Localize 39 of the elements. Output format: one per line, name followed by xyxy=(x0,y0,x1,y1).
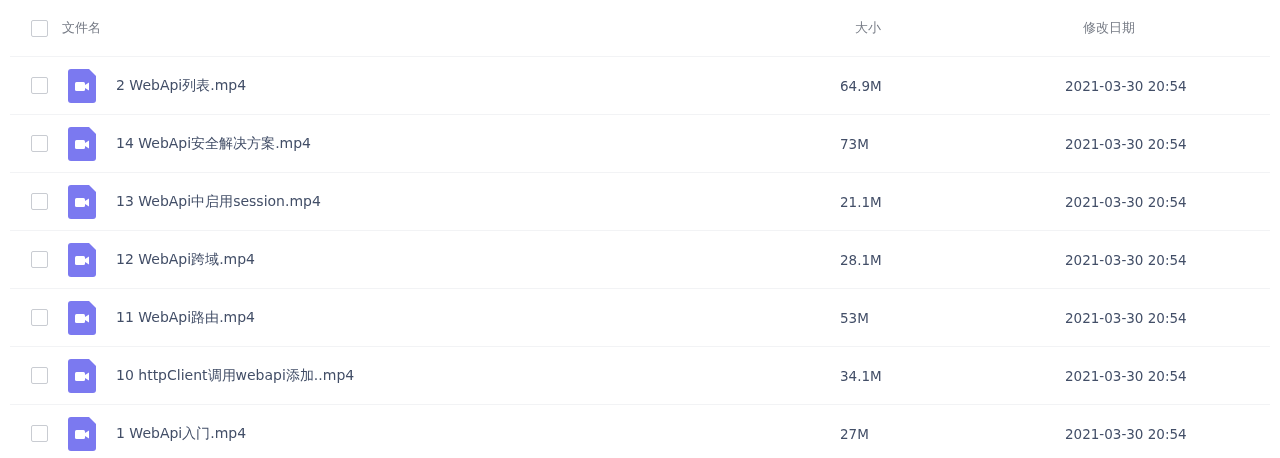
modified-date: 2021-03-30 20:54 xyxy=(1065,135,1187,152)
row-checkbox[interactable] xyxy=(31,77,48,94)
row-checkbox[interactable] xyxy=(31,193,48,210)
modified-date: 2021-03-30 20:54 xyxy=(1065,77,1187,94)
file-size: 27M xyxy=(840,425,869,442)
video-file-icon xyxy=(68,300,96,335)
row-checkbox[interactable] xyxy=(31,135,48,152)
file-size: 53M xyxy=(840,309,869,326)
modified-date: 2021-03-30 20:54 xyxy=(1065,251,1187,268)
modified-date: 2021-03-30 20:54 xyxy=(1065,367,1187,384)
video-file-icon xyxy=(68,416,96,451)
file-name[interactable]: 14 WebApi安全解决方案.mp4 xyxy=(116,134,312,153)
modified-date: 2021-03-30 20:54 xyxy=(1065,309,1187,326)
file-name[interactable]: 2 WebApi列表.mp4 xyxy=(116,76,247,95)
column-header[interactable]: 大小 xyxy=(840,20,881,35)
row-checkbox[interactable] xyxy=(31,251,48,268)
column-header[interactable]: 文件名 xyxy=(62,19,101,37)
row-checkbox[interactable] xyxy=(31,367,48,384)
select-all-checkbox[interactable] xyxy=(31,19,48,37)
video-file-icon xyxy=(68,184,96,219)
file-size: 73M xyxy=(840,135,869,152)
row-checkbox[interactable] xyxy=(31,425,48,442)
modified-date: 2021-03-30 20:54 xyxy=(1065,193,1187,210)
file-size: 64.9M xyxy=(840,77,882,94)
file-name[interactable]: 10 httpClient调用webapi添加..mp4 xyxy=(116,366,355,385)
file-size: 34.1M xyxy=(840,367,882,384)
video-file-icon xyxy=(68,126,96,161)
column-header[interactable]: 修改日期 xyxy=(1065,20,1135,35)
video-file-icon xyxy=(68,68,96,103)
file-size: 28.1M xyxy=(840,251,882,268)
row-checkbox[interactable] xyxy=(31,309,48,326)
video-file-icon xyxy=(68,242,96,277)
file-name[interactable]: 1 WebApi入门.mp4 xyxy=(116,424,247,443)
file-name[interactable]: 13 WebApi中启用session.mp4 xyxy=(116,192,321,211)
file-size: 21.1M xyxy=(840,193,882,210)
modified-date: 2021-03-30 20:54 xyxy=(1065,425,1187,442)
file-name[interactable]: 12 WebApi跨域.mp4 xyxy=(116,250,256,269)
file-name[interactable]: 11 WebApi路由.mp4 xyxy=(116,308,256,327)
video-file-icon xyxy=(68,358,96,393)
